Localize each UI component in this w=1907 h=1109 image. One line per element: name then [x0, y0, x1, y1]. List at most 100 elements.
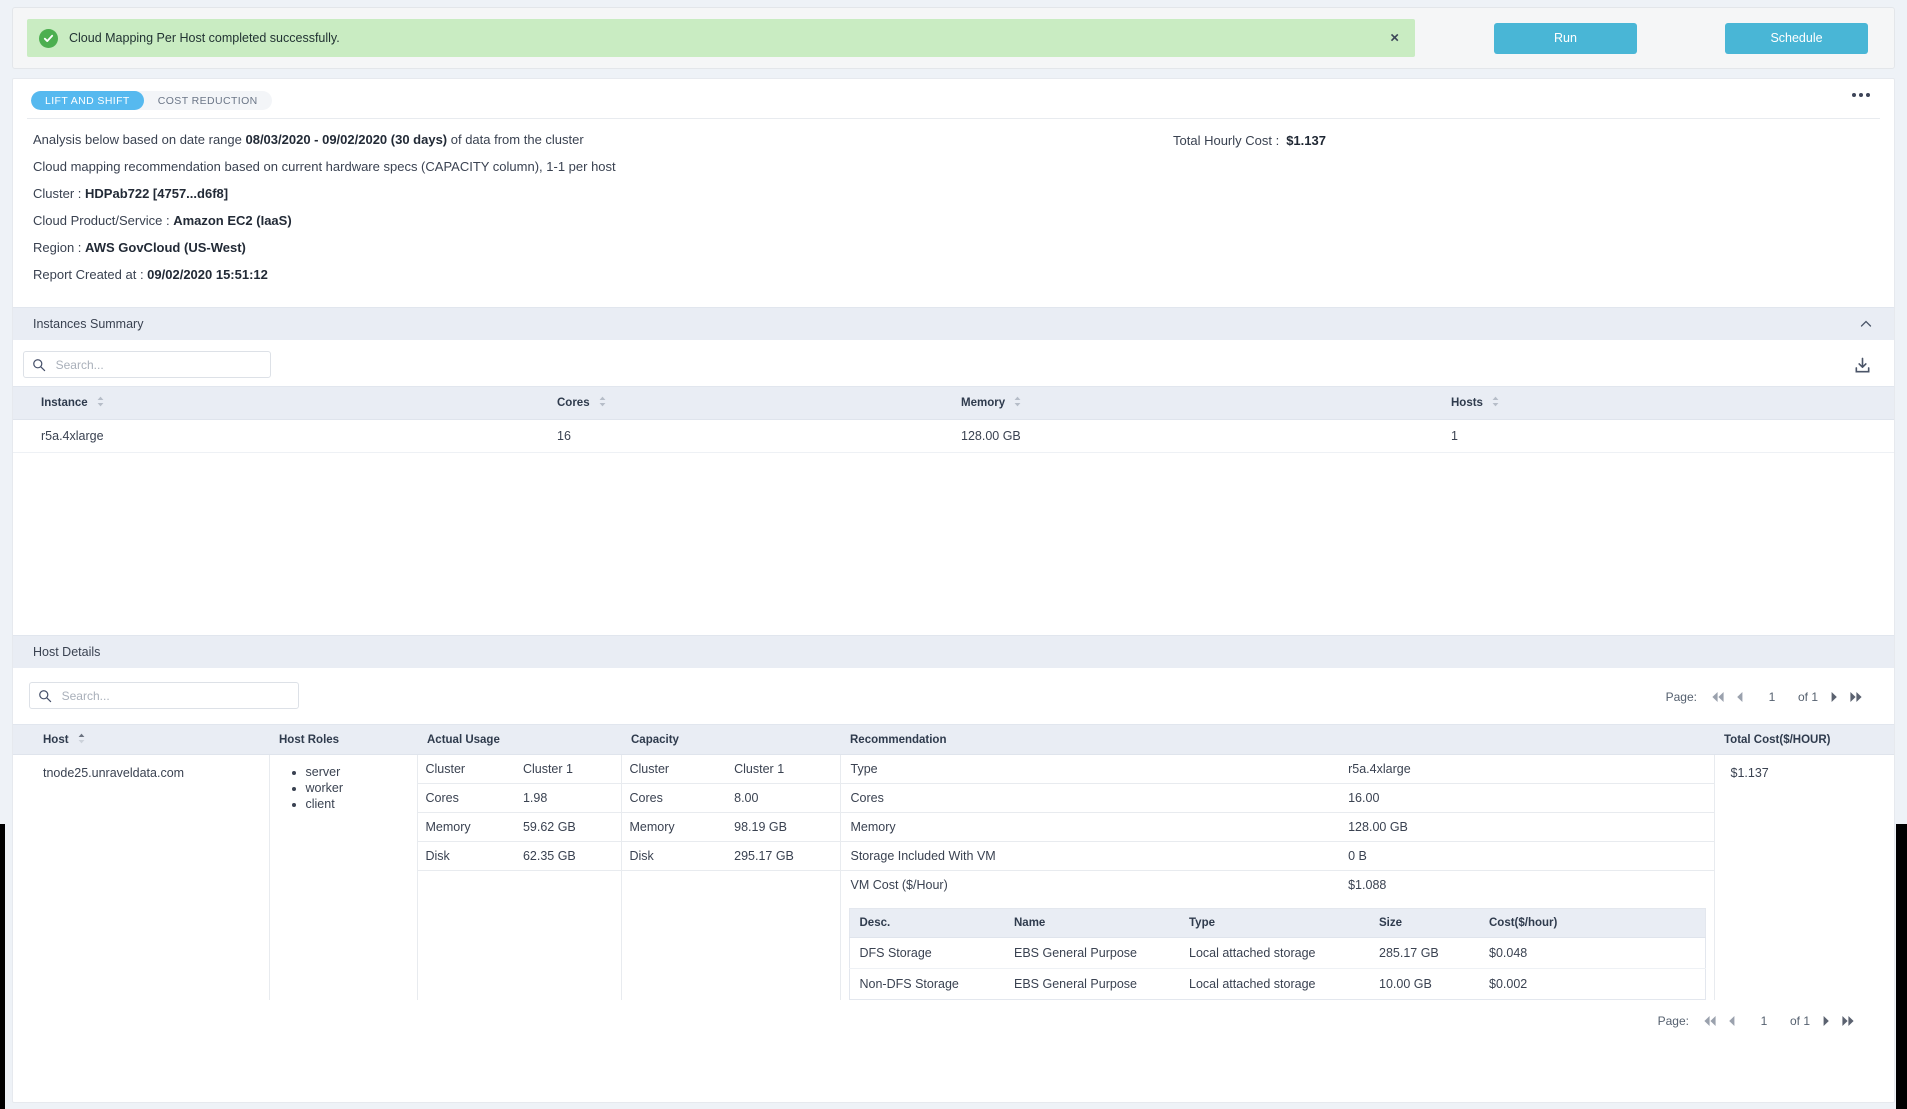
first-page-icon[interactable] [1706, 691, 1730, 703]
column-header-hosts[interactable]: Hosts [1451, 386, 1894, 420]
column-header-actual-usage[interactable]: Actual Usage [417, 724, 621, 755]
cell-recommendation: Type r5a.4xlarge Cores 16.00 Memory 128.00 … [840, 754, 1715, 1000]
total-hourly-cost: Total Hourly Cost : $1.137 [1173, 133, 1326, 148]
storage-column-desc: Desc. [849, 908, 1004, 938]
download-icon[interactable] [1853, 356, 1872, 378]
storage-cell-type: Local attached storage [1189, 977, 1316, 991]
recommendation-value-storage: 0 B [1338, 841, 1714, 871]
storage-cell-cost: $0.002 [1489, 977, 1528, 991]
actual-usage-value-cores: 1.98 [514, 783, 621, 813]
recommendation-key-vm-cost: VM Cost ($/Hour) [850, 878, 948, 892]
host-details-title: Host Details [33, 645, 101, 659]
run-button[interactable]: Run [1494, 22, 1637, 54]
chevron-up-icon[interactable] [1860, 318, 1872, 330]
table-row: Memory 128.00 GB [840, 812, 1714, 842]
next-page-icon[interactable] [1817, 1015, 1836, 1027]
capacity-value-cluster: Cluster 1 [726, 755, 840, 784]
sort-icon[interactable] [1014, 396, 1021, 410]
actual-usage-key-disk: Disk [417, 841, 515, 871]
report-card: LIFT AND SHIFT COST REDUCTION Analysis b… [12, 78, 1895, 1103]
list-item: server [306, 765, 417, 779]
first-page-icon[interactable] [1698, 1015, 1722, 1027]
close-icon[interactable]: × [1386, 29, 1403, 48]
screen-edge-artifact-left [0, 824, 5, 1109]
total-hourly-cost-value: $1.137 [1286, 133, 1326, 148]
recommendation-key-storage: Storage Included With VM [840, 841, 1339, 871]
column-header-cores[interactable]: Cores [557, 386, 961, 420]
last-page-icon[interactable] [1836, 1015, 1860, 1027]
prev-page-icon[interactable] [1722, 1015, 1741, 1027]
sort-icon[interactable] [599, 396, 606, 410]
storage-cell-name: EBS General Purpose [1004, 937, 1179, 969]
tab-bar: LIFT AND SHIFT COST REDUCTION [13, 79, 1894, 112]
table-row: Non-DFS Storage EBS General Purpose Loca… [849, 969, 1705, 1000]
last-page-icon[interactable] [1844, 691, 1868, 703]
schedule-button[interactable]: Schedule [1725, 22, 1868, 54]
screen-edge-artifact-right [1896, 824, 1907, 1109]
storage-cell-size: 285.17 GB [1369, 937, 1479, 969]
column-label-instance: Instance [41, 397, 88, 410]
region-value: AWS GovCloud (US-West) [85, 240, 246, 255]
table-row: Disk 62.35 GB [417, 841, 621, 871]
host-details-header[interactable]: Host Details [13, 635, 1894, 668]
host-details-search-box [28, 682, 299, 709]
column-label-host: Host [43, 733, 69, 746]
instances-table-empty-space [13, 453, 1894, 635]
table-row[interactable]: r5a.4xlarge 16 128.00 GB 1 [13, 419, 1894, 453]
analysis-info: Analysis below based on date range 08/03… [13, 119, 1894, 307]
host-details-search-input[interactable] [28, 682, 299, 709]
tab-lift-and-shift[interactable]: LIFT AND SHIFT [31, 91, 144, 110]
storage-cell-desc: Non-DFS Storage [859, 977, 959, 991]
prev-page-icon[interactable] [1730, 691, 1749, 703]
cell-cores: 16 [557, 419, 961, 453]
column-header-capacity[interactable]: Capacity [621, 724, 840, 755]
storage-detail-wrapper: Desc. Name Type Size Cost($/hour) DFS St… [841, 899, 1714, 1000]
cell-host-roles: server worker client [269, 754, 418, 1000]
list-item: client [306, 797, 417, 811]
host-details-pager-top: Page: 1 of 1 [1666, 690, 1868, 704]
recommendation-value-cores: 16.00 [1338, 783, 1714, 813]
cell-actual-usage: Cluster Cluster 1 Cores 1.98 Memory 59.62 G… [417, 754, 622, 1000]
recommendation-key-memory: Memory [840, 812, 1339, 842]
table-row: Storage Included With VM 0 B [840, 841, 1714, 871]
recommendation-key-type: Type [840, 755, 1339, 784]
table-header-row: Host Host Roles Actual Usage Capacity Re… [13, 724, 1894, 755]
sort-icon[interactable] [97, 396, 104, 410]
cluster-label: Cluster : [33, 186, 86, 201]
storage-cell-size: 10.00 GB [1379, 977, 1432, 991]
actual-usage-table: Cluster Cluster 1 Cores 1.98 Memory 59.62 G… [417, 755, 621, 871]
sort-asc-icon[interactable] [78, 733, 85, 747]
cell-total-cost: $1.137 [1714, 754, 1894, 1000]
column-header-recommendation[interactable]: Recommendation [840, 724, 1714, 755]
column-header-total-cost[interactable]: Total Cost($/HOUR) [1714, 724, 1894, 755]
capacity-key-disk: Disk [621, 841, 727, 871]
table-row: Cores 16.00 [840, 783, 1714, 813]
analysis-prefix: Analysis below based on date range [33, 132, 246, 147]
more-options-icon[interactable] [1848, 89, 1874, 101]
actual-usage-key-cluster: Cluster [417, 755, 515, 784]
table-header-row: Instance Cores Memory Hosts [13, 386, 1894, 420]
instances-search-input[interactable] [22, 351, 271, 378]
pager-current-page[interactable]: 1 [1741, 1014, 1787, 1028]
tab-cost-reduction[interactable]: COST REDUCTION [144, 91, 272, 110]
column-header-host[interactable]: Host [13, 724, 269, 755]
sort-icon[interactable] [1492, 396, 1499, 410]
storage-column-cost: Cost($/hour) [1479, 908, 1705, 938]
column-header-instance[interactable]: Instance [13, 386, 557, 420]
table-row: Cores 1.98 [417, 783, 621, 813]
pager-label: Page: [1657, 1014, 1689, 1028]
column-header-memory[interactable]: Memory [961, 386, 1451, 420]
actual-usage-value-cluster: Cluster 1 [514, 755, 621, 784]
product-label: Cloud Product/Service : [33, 213, 174, 228]
pager-total-pages: of 1 [1797, 690, 1818, 704]
next-page-icon[interactable] [1825, 691, 1844, 703]
analysis-date-range: 08/03/2020 - 09/02/2020 (30 days) [245, 132, 448, 147]
capacity-value-cores: 8.00 [726, 783, 840, 813]
column-header-host-roles[interactable]: Host Roles [269, 724, 417, 755]
pager-current-page[interactable]: 1 [1749, 690, 1795, 704]
table-row: DFS Storage EBS General Purpose Local at… [849, 937, 1705, 969]
table-row: Disk 295.17 GB [621, 841, 840, 871]
instances-summary-table: Instance Cores Memory Hosts r5a.4xlarge … [13, 386, 1894, 453]
instances-summary-header[interactable]: Instances Summary [13, 307, 1894, 340]
table-row[interactable]: tnode25.unraveldata.com server worker cl… [13, 754, 1894, 1000]
